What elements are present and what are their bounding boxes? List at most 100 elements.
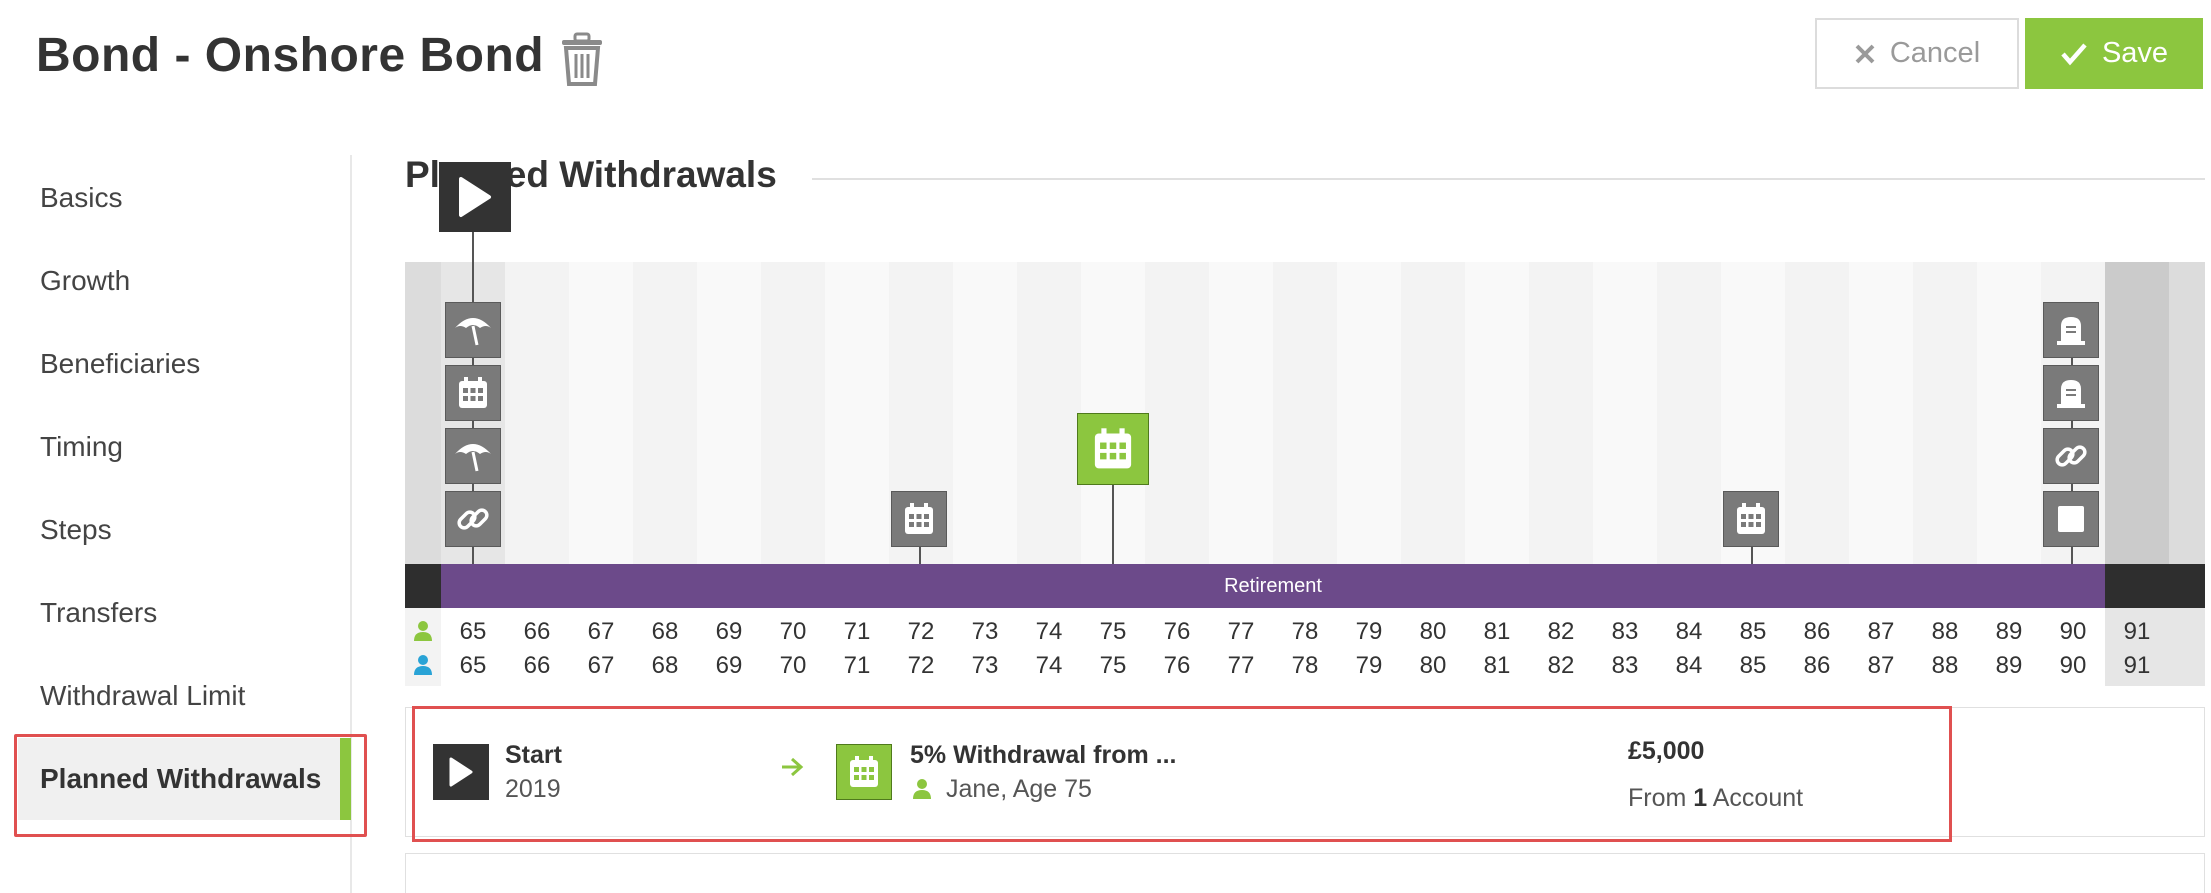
timeline-event-death[interactable]	[2043, 365, 2099, 421]
timeline-event-link[interactable]	[445, 491, 501, 547]
age-label: 86	[1803, 652, 1831, 679]
play-icon	[449, 757, 473, 787]
timeline-event-link[interactable]	[2043, 428, 2099, 484]
timeline-event-withdrawal[interactable]	[1723, 491, 1779, 547]
age-label: 67	[587, 652, 615, 679]
calendar-icon	[905, 503, 933, 534]
timeline-post-column	[2169, 262, 2205, 564]
age-label: 81	[1483, 618, 1511, 645]
timeline-column	[697, 262, 761, 564]
age-label: 85	[1739, 618, 1767, 645]
withdrawal-amount: £5,000	[1628, 737, 1705, 765]
age-label: 68	[651, 618, 679, 645]
age-label: 78	[1291, 618, 1319, 645]
age-label: 90	[2059, 652, 2087, 679]
timeline-column	[569, 262, 633, 564]
age-label: 82	[1547, 652, 1575, 679]
square-icon	[2058, 506, 2084, 532]
sidebar-item-withdrawal-limit[interactable]: Withdrawal Limit	[40, 676, 245, 716]
age-row-person1: 65 66 67 68 69 70 71 72 73 74 75 76 77 78 79 80 81 82 83 84…	[0, 618, 2211, 648]
timeline-event-retirement[interactable]	[445, 428, 501, 484]
age-label: 84	[1675, 652, 1703, 679]
age-label: 66	[523, 618, 551, 645]
cancel-button[interactable]: Cancel	[1815, 18, 2019, 89]
save-button[interactable]: Save	[2025, 18, 2203, 89]
play-icon	[459, 177, 491, 217]
timeline-column	[1593, 262, 1657, 564]
age-label: 73	[971, 618, 999, 645]
withdrawal-row-highlight	[412, 706, 1952, 842]
start-year: 2019	[505, 775, 561, 803]
age-label: 65	[459, 618, 487, 645]
age-label: 81	[1483, 652, 1511, 679]
cancel-label: Cancel	[1889, 37, 1981, 69]
timeline-column	[1849, 262, 1913, 564]
age-label: 67	[587, 618, 615, 645]
age-label: 88	[1931, 652, 1959, 679]
age-label: 70	[779, 652, 807, 679]
timeline-event-selected-withdrawal[interactable]	[1077, 413, 1149, 485]
age-label: 68	[651, 652, 679, 679]
age-label: 74	[1035, 652, 1063, 679]
timeline-column	[953, 262, 1017, 564]
sidebar-item-basics[interactable]: Basics	[40, 178, 122, 218]
age-label: 69	[715, 652, 743, 679]
withdrawal-name: 5% Withdrawal from ...	[910, 741, 1177, 769]
event-line	[1751, 546, 1753, 564]
start-marker[interactable]	[439, 162, 511, 232]
age-label: 86	[1803, 618, 1831, 645]
delete-button[interactable]	[560, 32, 604, 86]
age-label: 66	[523, 652, 551, 679]
age-label: 74	[1035, 618, 1063, 645]
age-label: 75	[1099, 618, 1127, 645]
close-icon	[1855, 44, 1875, 63]
umbrella-icon	[455, 318, 491, 346]
timeline-pre-column	[405, 262, 441, 564]
timeline-event-retirement[interactable]	[445, 302, 501, 358]
sidebar-item-timing[interactable]: Timing	[40, 427, 123, 467]
timeline-column	[1337, 262, 1401, 564]
check-icon	[2061, 43, 2087, 65]
tombstone-icon	[2057, 317, 2085, 345]
retirement-band: Retirement	[441, 564, 2105, 608]
sidebar-item-steps[interactable]: Steps	[40, 510, 112, 550]
age-label: 89	[1995, 618, 2023, 645]
age-label: 71	[843, 618, 871, 645]
age-label: 89	[1995, 652, 2023, 679]
calendar-icon	[1737, 503, 1765, 534]
age-label: 87	[1867, 618, 1895, 645]
timeline-event-withdrawal[interactable]	[445, 365, 501, 421]
save-label: Save	[2101, 37, 2169, 69]
event-line	[919, 546, 921, 564]
withdrawal-person: Jane, Age 75	[946, 775, 1092, 803]
sidebar-item-growth[interactable]: Growth	[40, 261, 130, 301]
age-label: 79	[1355, 618, 1383, 645]
timeline-event-stop[interactable]	[2043, 491, 2099, 547]
sidebar-item-planned-withdrawals[interactable]: Planned Withdrawals	[40, 759, 321, 799]
age-label: 77	[1227, 618, 1255, 645]
link-icon	[457, 508, 489, 530]
timeline-event-death[interactable]	[2043, 302, 2099, 358]
age-label: 65	[459, 652, 487, 679]
sidebar-item-beneficiaries[interactable]: Beneficiaries	[40, 344, 200, 384]
timeline-column	[1977, 262, 2041, 564]
age-label: 83	[1611, 618, 1639, 645]
timeline	[405, 262, 2205, 564]
arrow-right-icon	[780, 757, 804, 782]
timeline-event-withdrawal[interactable]	[891, 491, 947, 547]
start-badge	[433, 744, 489, 800]
age-label: 72	[907, 652, 935, 679]
source-suffix: Account	[1707, 784, 1804, 812]
age-label: 73	[971, 652, 999, 679]
age-label: 76	[1163, 618, 1191, 645]
age-label: 87	[1867, 652, 1895, 679]
calendar-icon	[850, 756, 878, 787]
timeline-band-end	[2105, 564, 2205, 608]
age-label: 70	[779, 618, 807, 645]
event-line	[1112, 484, 1114, 564]
timeline-column	[825, 262, 889, 564]
age-label: 75	[1099, 652, 1127, 679]
umbrella-icon	[455, 444, 491, 472]
age-label: 83	[1611, 652, 1639, 679]
next-row	[405, 853, 2205, 893]
